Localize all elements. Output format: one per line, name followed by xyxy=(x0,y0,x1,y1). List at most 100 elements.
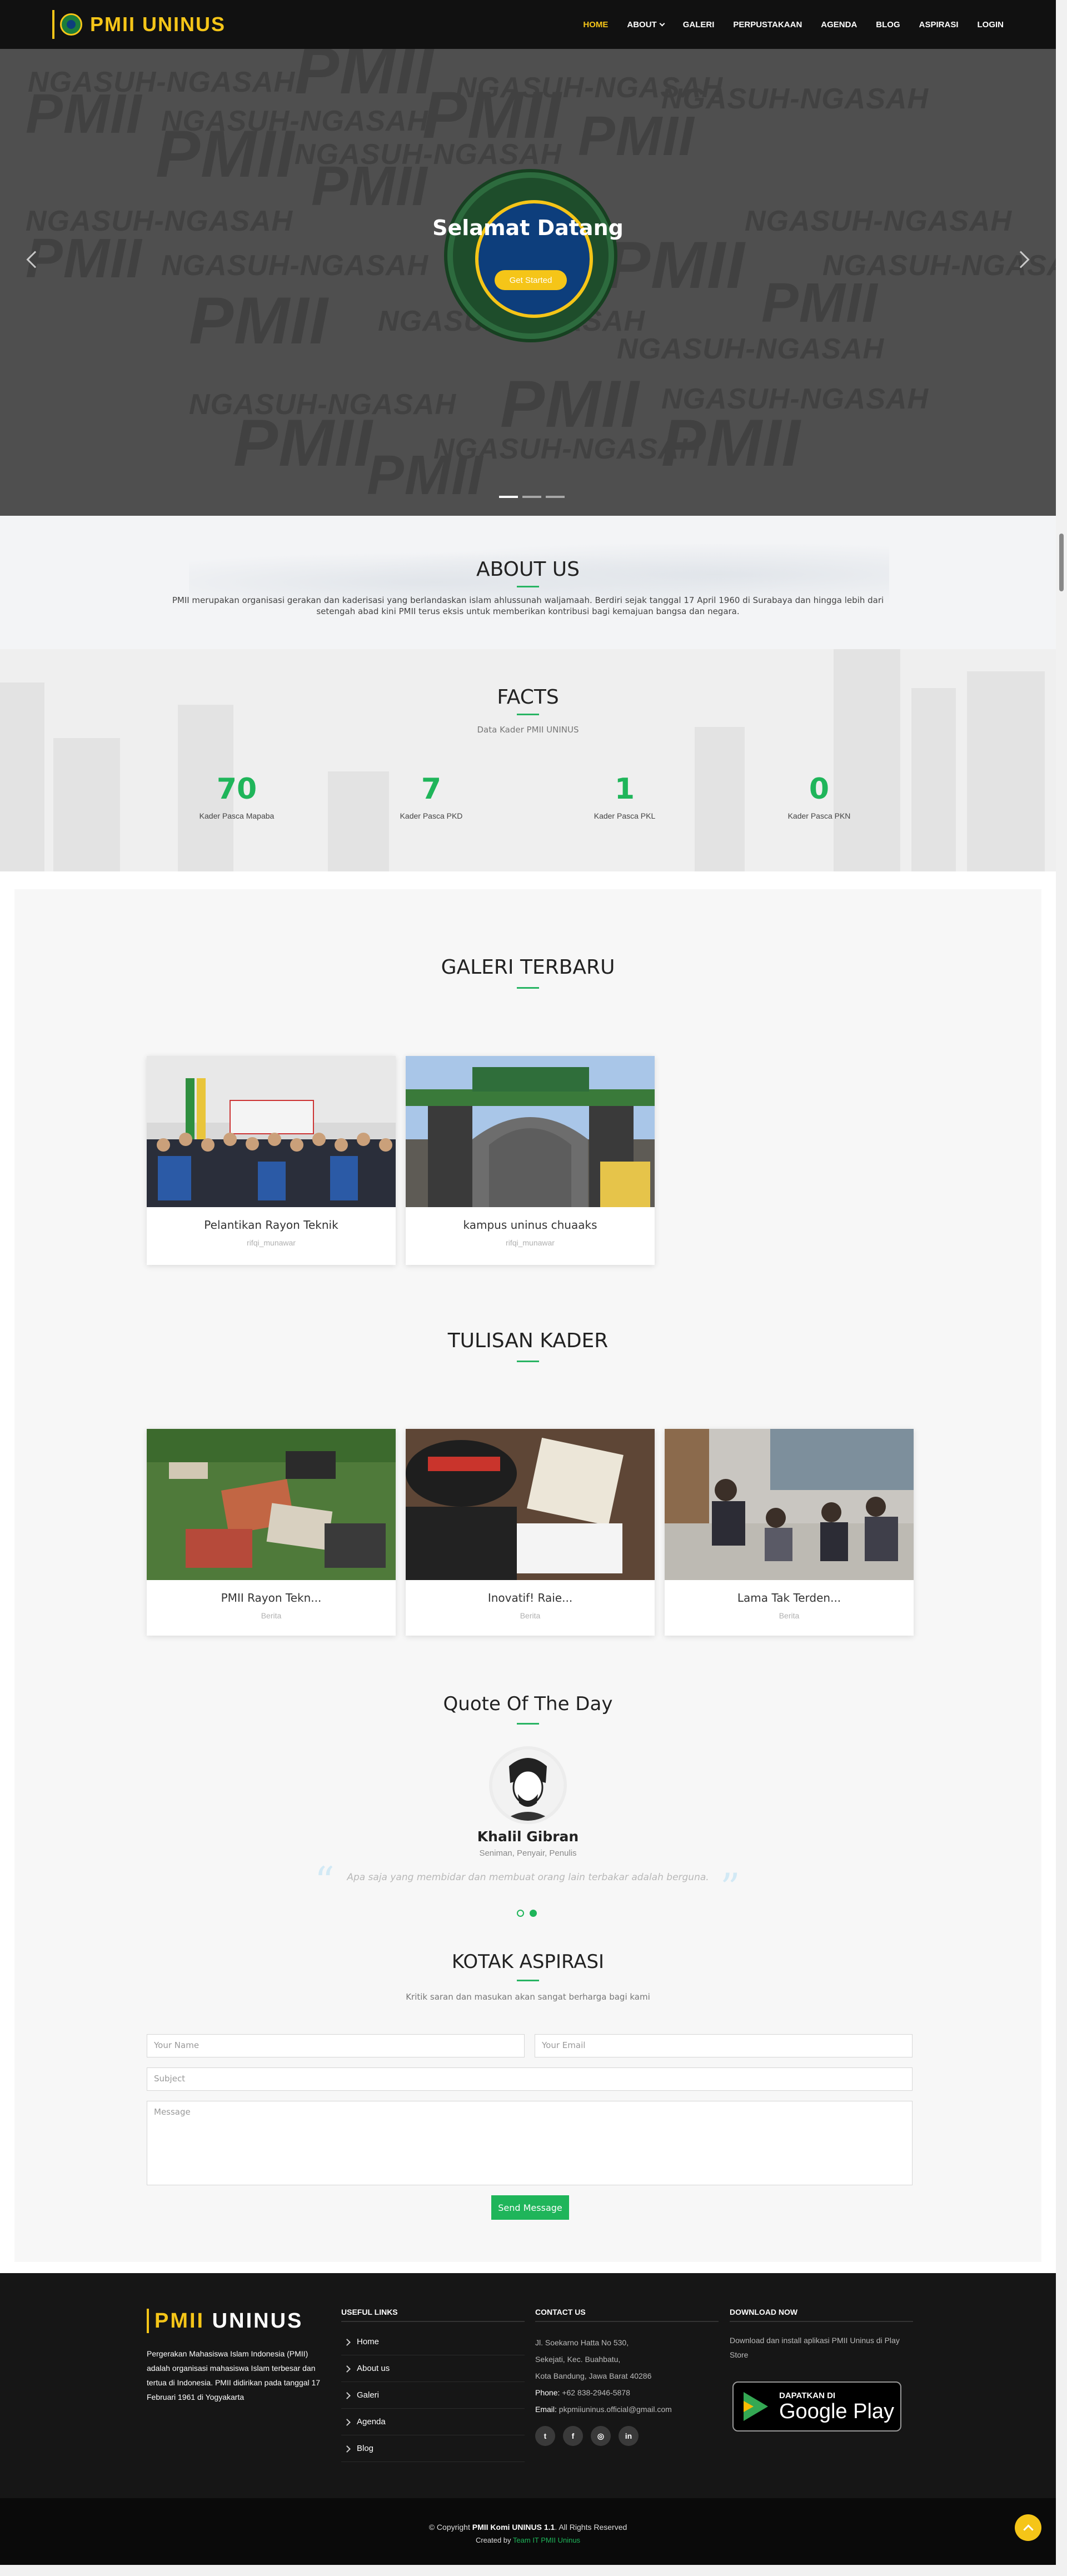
google-play-icon xyxy=(744,2392,768,2421)
footer-brand[interactable]: PMII UNINUS xyxy=(147,2309,303,2333)
article-card[interactable]: Inovatif! Raie... Berita xyxy=(406,1429,655,1636)
fact-item: 0 Kader Pasca PKN xyxy=(752,773,886,820)
fact-value: 0 xyxy=(809,773,830,806)
contact-info: Jl. Soekarno Hatta No 530, Sekejati, Kec… xyxy=(535,2334,719,2418)
carousel-indicator[interactable] xyxy=(522,496,541,498)
message-field[interactable]: Message xyxy=(147,2101,913,2185)
gallery-image xyxy=(147,1056,396,1207)
aspirasi-subtitle: Kritik saran dan masukan akan sangat ber… xyxy=(406,1992,650,2002)
article-card[interactable]: Lama Tak Terden... Berita xyxy=(665,1429,914,1636)
instagram-icon[interactable]: ◎ xyxy=(591,2426,611,2446)
title-underline xyxy=(517,987,539,989)
nav-home[interactable]: HOME xyxy=(583,20,608,29)
footer-about: Pergerakan Mahasiswa Islam Indonesia (PM… xyxy=(147,2349,321,2401)
title-underline xyxy=(517,1723,539,1725)
footer-links: Home About us Galeri Agenda Blog xyxy=(341,2329,525,2462)
gallery-image xyxy=(406,1056,655,1207)
horizontal-scrollbar[interactable] xyxy=(0,2565,1067,2576)
email-line: Email: pkpmiiuninus.official@gmail.com xyxy=(535,2405,672,2414)
facebook-icon[interactable]: f xyxy=(563,2426,583,2446)
copyright-bar: © Copyright PMII Komi UNINUS 1.1. All Ri… xyxy=(0,2498,1056,2565)
quote-title: Quote Of The Day xyxy=(443,1693,613,1715)
scrollbar-thumb[interactable] xyxy=(1059,534,1064,591)
article-card-category: Berita xyxy=(261,1611,282,1620)
address-line: Sekejati, Kec. Buahbatu, xyxy=(535,2355,621,2364)
brand[interactable]: PMII UNINUS xyxy=(52,10,226,39)
google-play-badge[interactable]: DAPATKAN DI Google Play xyxy=(732,2381,901,2431)
about-section: ABOUT US PMII merupakan organisasi gerak… xyxy=(0,516,1056,649)
site-footer: PMII UNINUS Pergerakan Mahasiswa Islam I… xyxy=(0,2273,1056,2498)
article-card-title: Inovatif! Raie... xyxy=(487,1591,573,1605)
quote-pagination xyxy=(517,1910,537,1917)
page-scrollbar[interactable] xyxy=(1056,0,1067,2576)
name-field[interactable]: Your Name xyxy=(147,2034,525,2057)
chevron-down-icon xyxy=(659,21,665,26)
footer-link-about[interactable]: About us xyxy=(341,2355,525,2382)
fact-item: 70 Kader Pasca Mapaba xyxy=(170,773,303,820)
nav-aspirasi[interactable]: ASPIRASI xyxy=(919,20,959,29)
social-links: t f ◎ in xyxy=(535,2426,639,2446)
brand-accent-bar xyxy=(52,10,54,39)
article-card-title: Lama Tak Terden... xyxy=(737,1591,841,1605)
article-image xyxy=(665,1429,914,1580)
send-message-button[interactable]: Send Message xyxy=(491,2195,569,2220)
carousel-indicator[interactable] xyxy=(499,496,518,498)
facts-section: FACTS Data Kader PMII UNINUS 70 Kader Pa… xyxy=(0,649,1056,871)
carousel-indicators xyxy=(499,496,565,498)
nav-blog[interactable]: BLOG xyxy=(876,20,900,29)
footer-link-agenda[interactable]: Agenda xyxy=(341,2409,525,2435)
about-text: PMII merupakan organisasi gerakan dan ka… xyxy=(172,595,884,616)
article-card-category: Berita xyxy=(520,1611,541,1620)
fact-label: Kader Pasca PKD xyxy=(400,811,463,820)
title-underline xyxy=(517,1361,539,1362)
useful-links-title: USEFUL LINKS xyxy=(341,2308,525,2322)
article-card[interactable]: PMII Rayon Tekn... Berita xyxy=(147,1429,396,1636)
address-line: Kota Bandung, Jawa Barat 40286 xyxy=(535,2371,652,2380)
fact-label: Kader Pasca PKL xyxy=(594,811,656,820)
gallery-card-author: rifqi_munawar xyxy=(506,1238,555,1247)
main-nav: HOME ABOUT GALERI PERPUSTAKAAN AGENDA BL… xyxy=(583,0,1004,49)
hero-carousel: NGASUH-NGASAH PMII NGASUH-NGASAH PMII NG… xyxy=(0,49,1056,516)
facts-title: FACTS xyxy=(497,686,559,709)
gallery-card-author: rifqi_munawar xyxy=(247,1238,296,1247)
get-started-button[interactable]: Get Started xyxy=(495,270,567,290)
quote-dot[interactable] xyxy=(517,1910,524,1917)
quote-dot[interactable] xyxy=(530,1910,537,1917)
about-title: ABOUT US xyxy=(476,558,580,581)
nav-about[interactable]: ABOUT xyxy=(627,19,665,29)
nav-galeri[interactable]: GALERI xyxy=(683,20,715,29)
fact-value: 7 xyxy=(421,773,442,806)
email-field[interactable]: Your Email xyxy=(535,2034,913,2057)
gallery-title: GALERI TERBARU xyxy=(441,956,615,979)
back-to-top-button[interactable] xyxy=(1015,2514,1041,2541)
nav-login[interactable]: LOGIN xyxy=(978,20,1004,29)
google-play-small: DAPATKAN DI xyxy=(779,2390,836,2400)
site-header: PMII UNINUS HOME ABOUT GALERI PERPUSTAKA… xyxy=(0,0,1056,49)
nav-agenda[interactable]: AGENDA xyxy=(821,20,857,29)
gallery-card[interactable]: kampus uninus chuaaks rifqi_munawar xyxy=(406,1056,655,1265)
article-image xyxy=(406,1429,655,1580)
fact-value: 1 xyxy=(614,773,635,806)
address-line: Jl. Soekarno Hatta No 530, xyxy=(535,2338,629,2347)
footer-link-blog[interactable]: Blog xyxy=(341,2435,525,2462)
linkedin-icon[interactable]: in xyxy=(619,2426,639,2446)
gallery-card[interactable]: Pelantikan Rayon Teknik rifqi_munawar xyxy=(147,1056,396,1265)
city-building xyxy=(911,688,956,871)
brand-name: PMII UNINUS xyxy=(90,13,226,36)
nav-perpustakaan[interactable]: PERPUSTAKAAN xyxy=(733,20,802,29)
nav-about-label: ABOUT xyxy=(627,19,657,29)
download-text: Download dan install aplikasi PMII Uninu… xyxy=(730,2336,900,2359)
download-title: DOWNLOAD NOW xyxy=(730,2308,913,2322)
fact-label: Kader Pasca PKN xyxy=(787,811,851,820)
gallery-card-title: Pelantikan Rayon Teknik xyxy=(204,1218,338,1232)
footer-link-home[interactable]: Home xyxy=(341,2329,525,2355)
quote-close-icon: ” xyxy=(720,1865,740,1911)
twitter-icon[interactable]: t xyxy=(535,2426,555,2446)
contact-title: CONTACT US xyxy=(535,2308,719,2322)
footer-brand-accent xyxy=(147,2309,149,2333)
subject-field[interactable]: Subject xyxy=(147,2067,913,2091)
carousel-indicator[interactable] xyxy=(546,496,565,498)
fact-label: Kader Pasca Mapaba xyxy=(199,811,275,820)
pmii-logo-icon xyxy=(60,13,82,36)
footer-link-galeri[interactable]: Galeri xyxy=(341,2382,525,2409)
